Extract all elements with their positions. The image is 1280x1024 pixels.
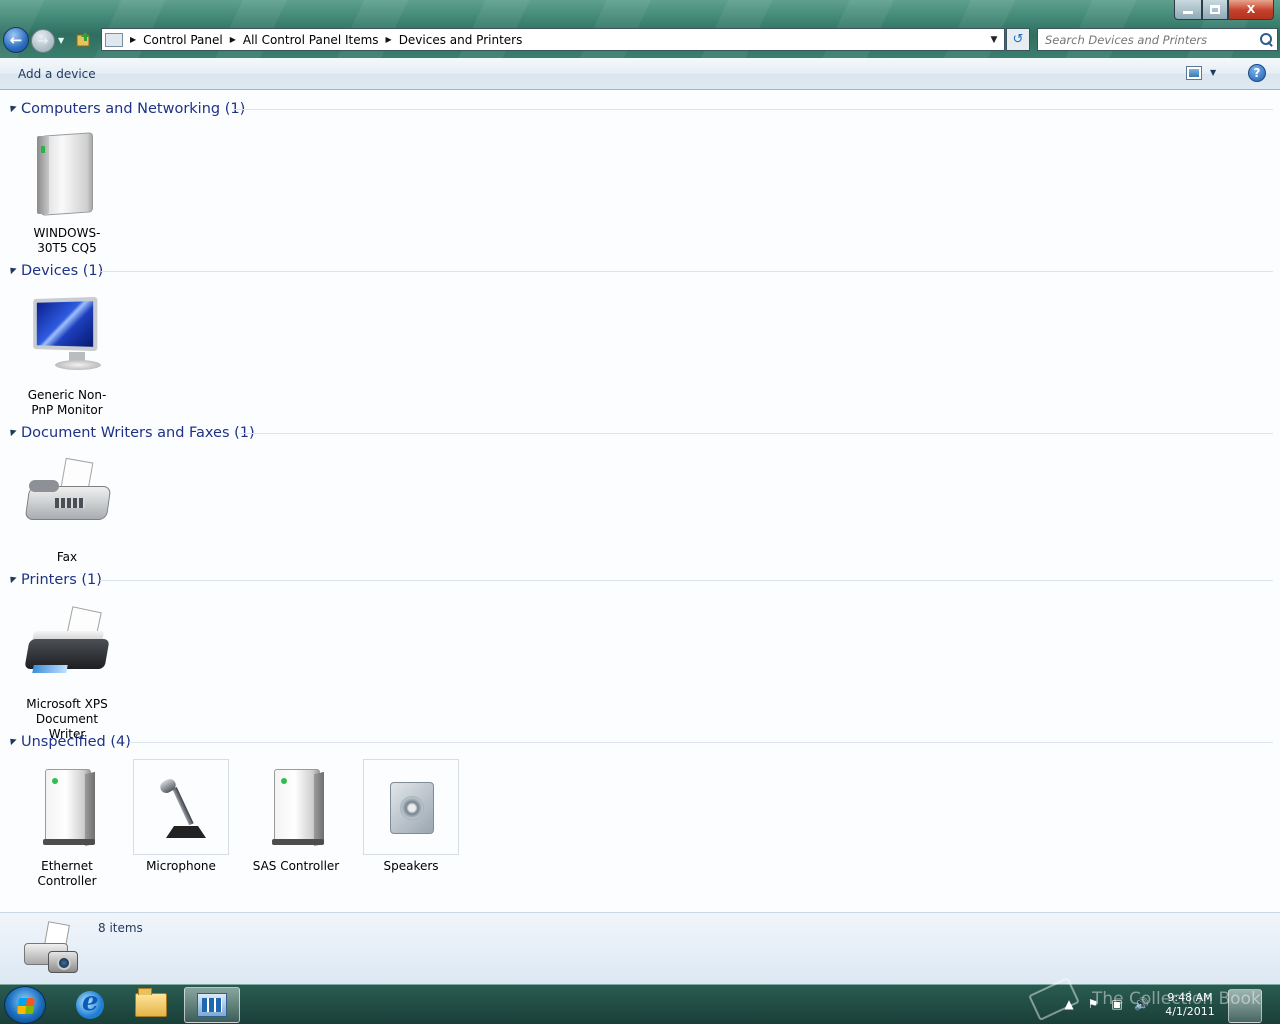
close-button[interactable]: X bbox=[1228, 0, 1274, 20]
folder-up-icon bbox=[76, 32, 90, 47]
group-header-unspecified[interactable]: Unspecified (4) bbox=[0, 731, 1280, 753]
monitor-icon bbox=[19, 288, 115, 384]
group-title: Unspecified (4) bbox=[21, 734, 131, 750]
device-item-computer[interactable]: WINDOWS-30T5 CQ5 bbox=[19, 126, 115, 256]
device-item-microphone[interactable]: Microphone bbox=[133, 759, 229, 874]
computer-icon bbox=[19, 126, 115, 222]
search-input[interactable] bbox=[1038, 29, 1257, 50]
devices-content-pane: Computers and Networking (1) WINDOWS-30T… bbox=[0, 90, 1280, 912]
folder-up-button[interactable] bbox=[76, 31, 92, 47]
device-label: SAS Controller bbox=[252, 859, 340, 873]
group-divider bbox=[233, 109, 1273, 110]
collapse-arrow-icon[interactable] bbox=[7, 573, 17, 584]
network-icon[interactable]: ▣ bbox=[1110, 997, 1124, 1011]
system-clock[interactable]: 9:48 AM 4/1/2011 bbox=[1160, 991, 1220, 1019]
window-controls: X bbox=[1174, 0, 1274, 20]
view-options-dropdown-icon[interactable]: ▼ bbox=[1210, 68, 1216, 77]
volume-icon[interactable]: 🔊 bbox=[1134, 997, 1149, 1011]
restore-icon bbox=[1210, 5, 1220, 14]
taskbar-control-panel[interactable] bbox=[184, 987, 240, 1023]
devices-printers-icon bbox=[18, 919, 82, 977]
group-divider bbox=[101, 271, 1273, 272]
device-item-speakers[interactable]: Speakers bbox=[363, 759, 459, 874]
taskbar-internet-explorer[interactable] bbox=[62, 987, 118, 1023]
group-header-document-writers[interactable]: Document Writers and Faxes (1) bbox=[0, 422, 1280, 444]
minimize-button[interactable] bbox=[1174, 0, 1202, 20]
show-hidden-icons-icon[interactable]: ▲ bbox=[1062, 997, 1076, 1011]
device-item-sas-controller[interactable]: SAS Controller bbox=[248, 759, 344, 874]
device-box-icon bbox=[248, 759, 344, 855]
device-label: WINDOWS-30T5 CQ5 bbox=[33, 226, 101, 255]
fax-icon bbox=[19, 450, 115, 546]
control-panel-icon bbox=[105, 32, 123, 47]
device-label: Fax bbox=[56, 550, 78, 564]
speaker-icon bbox=[363, 759, 459, 855]
minimize-icon bbox=[1183, 11, 1193, 14]
add-device-button[interactable]: Add a device bbox=[18, 67, 96, 81]
device-item-ethernet-controller[interactable]: Ethernet Controller bbox=[19, 759, 115, 889]
action-center-flag-icon[interactable]: ⚑ bbox=[1086, 997, 1100, 1011]
address-dropdown-icon[interactable]: ▼ bbox=[984, 35, 1004, 45]
group-title: Document Writers and Faxes (1) bbox=[21, 425, 255, 441]
breadcrumb-devices-printers[interactable]: Devices and Printers bbox=[399, 33, 523, 47]
control-panel-icon bbox=[197, 993, 227, 1017]
item-count: 8 items bbox=[98, 921, 143, 935]
breadcrumb-separator-icon[interactable]: ▶ bbox=[230, 35, 236, 44]
collapse-arrow-icon[interactable] bbox=[7, 735, 17, 746]
group-divider bbox=[129, 742, 1273, 743]
refresh-icon: ↺ bbox=[1012, 32, 1024, 47]
microphone-icon bbox=[133, 759, 229, 855]
clock-time: 9:48 AM bbox=[1167, 991, 1213, 1004]
breadcrumb-separator-icon[interactable]: ▶ bbox=[386, 35, 392, 44]
device-box-icon bbox=[19, 759, 115, 855]
title-bar: X ← → ▼ ▶ Control Panel ▶ All Control Pa… bbox=[0, 0, 1280, 58]
back-button[interactable]: ← bbox=[3, 27, 29, 53]
windows-logo-icon bbox=[17, 998, 35, 1014]
device-item-fax[interactable]: Fax bbox=[19, 450, 115, 565]
taskbar-windows-explorer[interactable] bbox=[123, 987, 179, 1023]
taskbar: The Collection Book ▲ ⚑ ▣ 🔊 9:48 AM 4/1/… bbox=[0, 977, 1280, 1024]
change-view-icon[interactable] bbox=[1186, 66, 1202, 80]
device-label: Generic Non-PnP Monitor bbox=[27, 388, 107, 417]
start-button[interactable] bbox=[4, 986, 46, 1024]
group-header-printers[interactable]: Printers (1) bbox=[0, 569, 1280, 591]
collapse-arrow-icon[interactable] bbox=[7, 102, 17, 113]
back-arrow-icon: ← bbox=[9, 31, 23, 49]
forward-arrow-icon: → bbox=[37, 33, 49, 49]
group-divider bbox=[100, 580, 1273, 581]
command-bar: Add a device ▼ ? bbox=[0, 58, 1280, 90]
address-bar[interactable]: ▶ Control Panel ▶ All Control Panel Item… bbox=[101, 28, 1005, 51]
device-label: Speakers bbox=[383, 859, 439, 873]
group-title: Computers and Networking (1) bbox=[21, 101, 246, 117]
folder-icon bbox=[135, 988, 167, 1017]
group-header-devices[interactable]: Devices (1) bbox=[0, 260, 1280, 282]
collapse-arrow-icon[interactable] bbox=[7, 264, 17, 275]
breadcrumb-control-panel[interactable]: Control Panel bbox=[143, 33, 223, 47]
forward-button[interactable]: → bbox=[31, 29, 55, 53]
navigation-row: ← → ▼ ▶ Control Panel ▶ All Control Pane… bbox=[0, 27, 1280, 53]
group-title: Devices (1) bbox=[21, 263, 104, 279]
collapse-arrow-icon[interactable] bbox=[7, 426, 17, 437]
breadcrumb-all-items[interactable]: All Control Panel Items bbox=[243, 33, 379, 47]
search-box bbox=[1037, 28, 1278, 51]
maximize-button[interactable] bbox=[1202, 0, 1228, 20]
recent-pages-dropdown[interactable]: ▼ bbox=[58, 36, 66, 45]
refresh-button[interactable]: ↺ bbox=[1006, 28, 1030, 51]
device-item-monitor[interactable]: Generic Non-PnP Monitor bbox=[19, 288, 115, 418]
group-header-computers[interactable]: Computers and Networking (1) bbox=[0, 98, 1280, 120]
device-label: Ethernet Controller bbox=[37, 859, 97, 888]
internet-explorer-icon bbox=[76, 987, 104, 1019]
search-icon[interactable] bbox=[1257, 31, 1275, 49]
details-pane: 8 items bbox=[0, 912, 1280, 984]
breadcrumb-separator-icon[interactable]: ▶ bbox=[130, 35, 136, 44]
help-button[interactable]: ? bbox=[1248, 64, 1266, 82]
printer-icon bbox=[19, 597, 115, 693]
device-item-printer[interactable]: Microsoft XPS Document Writer bbox=[19, 597, 115, 742]
show-desktop-button[interactable] bbox=[1228, 989, 1262, 1023]
group-title: Printers (1) bbox=[21, 572, 102, 588]
device-label: Microphone bbox=[146, 859, 216, 873]
clock-date: 4/1/2011 bbox=[1165, 1005, 1215, 1018]
group-divider bbox=[239, 433, 1273, 434]
